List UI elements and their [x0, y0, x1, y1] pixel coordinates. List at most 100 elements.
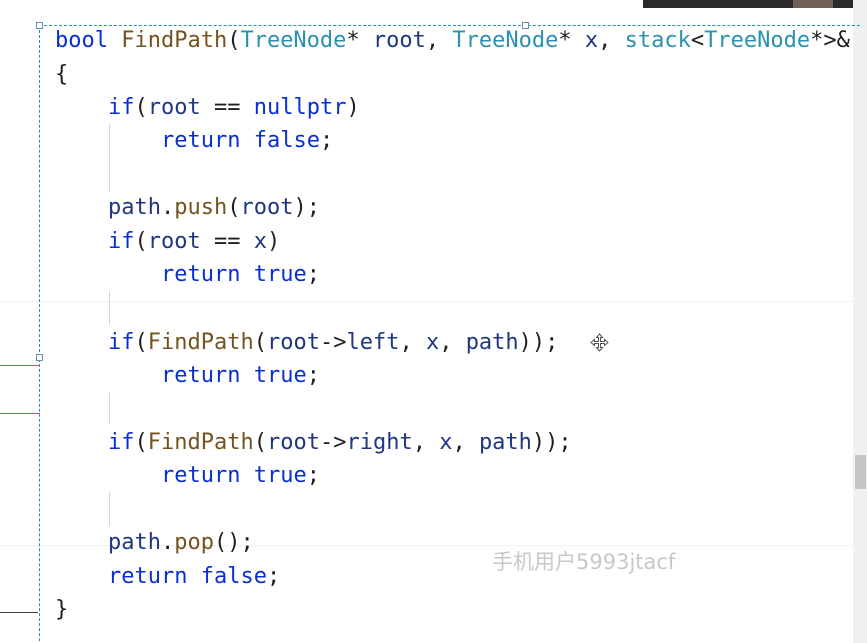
code-line[interactable]: if(FindPath(root->right, x, path));: [108, 426, 572, 459]
code-token: (: [134, 330, 148, 355]
code-line[interactable]: return false;: [108, 560, 280, 593]
code-token: stack: [624, 28, 691, 53]
screen: bool FindPath(TreeNode* root, TreeNode* …: [0, 0, 867, 643]
code-token: ,: [598, 28, 625, 53]
code-token: *: [558, 28, 585, 53]
code-token: ,: [452, 430, 479, 455]
code-token: true: [253, 262, 307, 287]
code-token: ): [266, 229, 281, 254]
code-token: push: [174, 195, 228, 220]
indent-guide: [109, 291, 110, 325]
slide-guide-line: [0, 612, 38, 613]
indent-guide: [109, 393, 110, 424]
code-line[interactable]: {: [55, 58, 68, 91]
code-token: x: [425, 330, 440, 355]
presenter-thumbnail-face: [793, 0, 833, 8]
code-token: left: [346, 330, 400, 355]
code-token: ,: [412, 430, 440, 455]
code-token: return: [108, 564, 188, 589]
code-token: if: [108, 229, 135, 254]
code-token: return: [161, 128, 241, 153]
code-token: ==: [200, 229, 254, 254]
code-token: ,: [399, 330, 426, 355]
watermark: 手机用户5993jtacf: [492, 550, 676, 574]
code-token: ;: [306, 463, 320, 488]
code-token: FindPath: [147, 430, 254, 455]
code-token: return: [161, 463, 241, 488]
code-line[interactable]: return true;: [161, 258, 320, 291]
code-token: path: [465, 330, 519, 355]
code-token: root: [266, 430, 320, 455]
code-token: .: [160, 530, 175, 555]
code-token: );: [293, 195, 320, 220]
resize-handle-top-left[interactable]: [36, 22, 43, 29]
code-token: root: [266, 330, 320, 355]
code-token: path: [108, 530, 161, 555]
code-token: return: [161, 363, 241, 388]
code-token: *>&: [810, 28, 850, 53]
code-token: TreeNode: [704, 28, 811, 53]
code-token: TreeNode: [452, 28, 559, 53]
code-line[interactable]: path.push(root);: [108, 191, 320, 224]
slide-guide-line: [0, 413, 40, 414]
code-token: ;: [306, 363, 320, 388]
code-token: FindPath: [121, 28, 228, 53]
code-token: (: [253, 430, 267, 455]
code-line[interactable]: if(root == nullptr): [108, 91, 360, 124]
code-line[interactable]: return true;: [161, 459, 320, 492]
code-token: ));: [518, 330, 559, 355]
move-cursor-icon: [590, 333, 609, 352]
code-token: if: [108, 430, 135, 455]
code-token: ->: [319, 430, 347, 455]
code-token: FindPath: [147, 330, 254, 355]
code-line[interactable]: if(root == x): [108, 225, 280, 258]
code-token: (: [134, 430, 148, 455]
code-token: if: [108, 330, 135, 355]
code-token: return: [161, 262, 241, 287]
code-token: x: [584, 28, 599, 53]
code-line[interactable]: return true;: [161, 359, 320, 392]
code-token: ;: [319, 128, 334, 153]
code-token: root: [240, 195, 294, 220]
code-token: ==: [200, 95, 254, 120]
code-line[interactable]: if(FindPath(root->left, x, path));: [108, 326, 558, 359]
code-token: true: [253, 363, 307, 388]
code-token: root: [147, 229, 201, 254]
code-token: {: [55, 62, 69, 87]
code-token: (: [253, 330, 267, 355]
code-token: false: [253, 128, 320, 153]
code-line[interactable]: bool FindPath(TreeNode* root, TreeNode* …: [55, 24, 850, 57]
code-token: ,: [425, 28, 453, 53]
video-thumbnail: [643, 0, 867, 8]
code-token: root: [372, 28, 426, 53]
code-token: path: [478, 430, 532, 455]
code-token: ();: [213, 530, 254, 555]
code-token: path: [108, 195, 161, 220]
code-token: x: [253, 229, 267, 254]
code-token: }: [55, 597, 69, 622]
code-token: true: [253, 463, 307, 488]
code-token: *: [346, 28, 373, 53]
code-token: if: [108, 95, 135, 120]
indent-guide: [109, 492, 110, 526]
code-token: bool: [55, 28, 108, 53]
code-token: root: [147, 95, 201, 120]
code-token: ,: [439, 330, 466, 355]
code-token: false: [200, 564, 267, 589]
code-token: (: [134, 229, 148, 254]
code-line[interactable]: return false;: [161, 124, 333, 157]
code-token: (: [227, 195, 241, 220]
code-line[interactable]: path.pop();: [108, 526, 254, 559]
code-token: <: [690, 28, 705, 53]
code-token: (: [134, 95, 148, 120]
code-token: .: [160, 195, 175, 220]
code-token: ));: [531, 430, 572, 455]
slide-guide-line: [0, 365, 40, 366]
code-line[interactable]: }: [55, 593, 68, 626]
code-token: right: [346, 430, 413, 455]
resize-handle-middle-left[interactable]: [36, 354, 43, 361]
